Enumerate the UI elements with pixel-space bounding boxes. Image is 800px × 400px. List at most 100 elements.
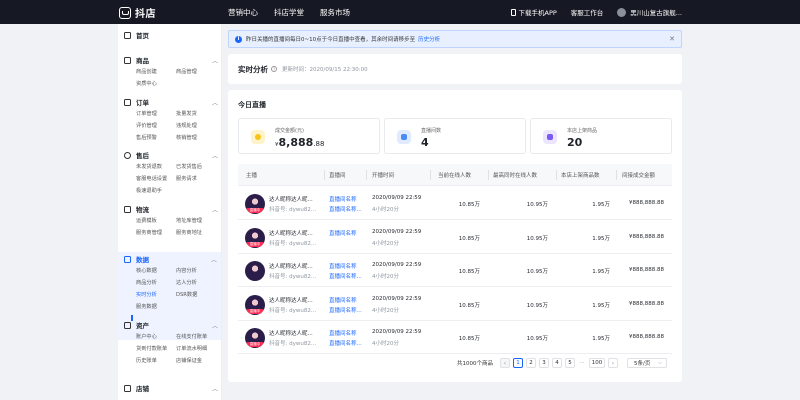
table-row[interactable]: 直播中 达人昵称达人昵... 抖音号: dywu82... 直播间名称 直播间名称...… <box>238 321 672 354</box>
live-badge: 直播中 <box>246 308 264 314</box>
sidebar-item[interactable]: 服务数据 <box>136 303 176 312</box>
room-link[interactable]: 直播间名称... <box>329 205 362 213</box>
chevron-up-icon: ︿ <box>211 385 218 393</box>
history-analysis-link[interactable]: 历史分析 <box>418 35 440 43</box>
goods-count: 1.95万 <box>592 202 610 208</box>
room-link[interactable]: 直播间名称 <box>329 329 357 337</box>
online-count: 10.85万 <box>458 235 480 242</box>
col-amount[interactable]: 间接成交金额 <box>622 171 655 179</box>
sidebar-head-goods[interactable]: 商品 ︿ <box>124 55 218 65</box>
sidebar-item[interactable]: 资质中心 <box>136 80 176 89</box>
logo[interactable]: 抖店 <box>119 5 156 20</box>
sidebar-item[interactable]: 在线支付账单 <box>176 333 220 342</box>
sidebar-item[interactable]: 客服电话设置 <box>136 175 176 184</box>
page-button[interactable]: 5 <box>565 358 575 368</box>
table-row[interactable]: 直播中 达人昵称达人昵... 抖音号: dywu82... 直播间名称 2020/09/… <box>238 221 672 254</box>
chevron-up-icon: ︿ <box>211 57 218 65</box>
col-online[interactable]: 当前在线人数 <box>438 171 471 179</box>
page-button[interactable]: 4 <box>552 358 562 368</box>
sidebar-item[interactable]: 售后预警 <box>136 134 176 143</box>
sidebar-item[interactable]: 账户中心 <box>136 333 176 342</box>
nav-academy[interactable]: 抖店学堂 <box>274 7 304 18</box>
sidebar-item[interactable]: 商品创建 <box>136 68 176 77</box>
page-button-last[interactable]: 100 <box>589 358 605 368</box>
download-app-link[interactable]: 下载手机APP <box>510 7 557 17</box>
sidebar-item[interactable]: 订单流水明细 <box>176 345 220 354</box>
page-button[interactable]: 2 <box>526 358 536 368</box>
sidebar-item-home[interactable]: 首页 <box>124 30 149 40</box>
sidebar-item[interactable]: 服务商地址 <box>176 229 220 238</box>
sidebar-head-aftersale[interactable]: 售后 ︿ <box>124 150 218 160</box>
nav-service-market[interactable]: 服务市场 <box>320 7 350 18</box>
ellipsis[interactable]: ··· <box>578 360 586 366</box>
sidebar-item[interactable]: 商品分析 <box>136 279 176 288</box>
sidebar-item[interactable]: 核销管理 <box>176 134 220 143</box>
shop-account[interactable]: 黑川山复古旗舰... <box>617 7 682 17</box>
start-time: 2020/09/09 22:59 <box>372 329 422 335</box>
sidebar-item[interactable]: 极速退助手 <box>136 187 176 196</box>
sidebar-item[interactable]: 未发货退款 <box>136 163 176 172</box>
room-link[interactable]: 直播间名称 <box>329 262 357 270</box>
stat-card-rooms: 直播间数 4 <box>384 118 526 154</box>
room-link[interactable]: 直播间名称 <box>329 229 357 237</box>
stat-label: 成交金额(元) <box>275 128 304 134</box>
online-count: 10.85万 <box>458 202 480 208</box>
sidebar-item[interactable]: DSR数据 <box>176 291 220 300</box>
page-button[interactable]: 1 <box>513 358 523 368</box>
page-size-select[interactable]: 5条/页 ⌵ <box>627 358 667 368</box>
sidebar-section-title: 售后 <box>136 152 149 160</box>
sidebar-head-orders[interactable]: 订单 ︿ <box>124 97 218 107</box>
page-button[interactable]: 3 <box>539 358 549 368</box>
col-anchor: 主播 <box>246 173 258 179</box>
order-icon <box>124 98 131 106</box>
sidebar-item[interactable]: 商品管理 <box>176 68 220 77</box>
table-row[interactable]: 达人昵称达人昵... 抖音号: dywu82... 直播间名称 直播间名称... 202… <box>238 254 672 287</box>
peak-count: 10.95万 <box>526 302 548 309</box>
sidebar-item[interactable]: 地址库管理 <box>176 217 220 226</box>
duration: 4小时20分 <box>372 307 399 314</box>
next-page-button[interactable]: › <box>608 358 618 368</box>
close-icon[interactable]: ✕ <box>669 35 675 43</box>
sidebar-item[interactable]: 运费模板 <box>136 217 176 226</box>
sidebar-item[interactable]: 订单管理 <box>136 110 176 119</box>
sidebar-item[interactable]: 服务商管理 <box>136 229 176 238</box>
prev-page-button[interactable]: ‹ <box>500 358 510 368</box>
duration: 4小时20分 <box>372 274 399 280</box>
amount: ¥888,888.88 <box>629 300 664 307</box>
sidebar-head-logistics[interactable]: 物流 ︿ <box>124 204 218 214</box>
sidebar-item[interactable]: 评价管理 <box>136 122 176 131</box>
sidebar-item[interactable]: 店铺保证金 <box>176 357 220 366</box>
sidebar-head-assets[interactable]: 资产 ︿ <box>124 320 218 330</box>
sidebar-head-data[interactable]: 数据 ︿ <box>124 254 217 264</box>
top-right: 下载手机APP 客服工作台 黑川山复古旗舰... <box>510 0 682 24</box>
col-goods[interactable]: 本店上架商品数 <box>561 171 600 179</box>
stat-card-amount: 成交金额(元) ¥8,888.88 <box>238 118 380 154</box>
sidebar-item[interactable]: 服务请求 <box>176 175 220 184</box>
nav-marketing[interactable]: 营销中心 <box>228 7 258 18</box>
stat-card-goods: 本店上架商品 20 <box>530 118 672 154</box>
duration: 4小时20分 <box>372 240 399 247</box>
sidebar-section-title: 商品 <box>136 57 149 65</box>
sidebar-item[interactable]: 内容分析 <box>176 267 220 276</box>
sidebar-item[interactable]: 货到付款账单 <box>136 345 176 354</box>
sidebar-item[interactable]: 违规处理 <box>176 122 220 131</box>
sidebar-item[interactable]: 已发货售后 <box>176 163 220 172</box>
sidebar-item[interactable]: 核心数据 <box>136 267 176 276</box>
service-workbench-link[interactable]: 客服工作台 <box>571 7 604 17</box>
table-row[interactable]: 直播中 达人昵称达人昵... 抖音号: dywu82... 直播间名称 直播间名称...… <box>238 187 672 220</box>
sidebar-item[interactable]: 历史账单 <box>136 357 176 366</box>
col-peak[interactable]: 最高同时在线人数 <box>493 171 537 179</box>
sidebar-item[interactable]: 达人分析 <box>176 279 220 288</box>
room-link[interactable]: 直播间名称... <box>329 306 362 314</box>
room-link[interactable]: 直播间名称 <box>329 195 357 203</box>
sidebar-item-realtime-active[interactable]: 实时分析 <box>136 291 176 300</box>
room-link[interactable]: 直播间名称... <box>329 339 362 347</box>
room-link[interactable]: 直播间名称... <box>329 272 362 280</box>
sidebar-head-shop[interactable]: 店铺 ︿ <box>124 383 218 393</box>
goods-count: 1.95万 <box>592 235 610 242</box>
table-row[interactable]: 直播中 达人昵称达人昵... 抖音号: dywu82... 直播间名称 直播间名称...… <box>238 288 672 321</box>
room-link[interactable]: 直播间名称 <box>329 296 357 304</box>
col-start-time[interactable]: 开播时间 <box>372 171 394 179</box>
sidebar-item[interactable]: 批量发货 <box>176 110 220 119</box>
help-icon[interactable]: ? <box>271 66 277 72</box>
